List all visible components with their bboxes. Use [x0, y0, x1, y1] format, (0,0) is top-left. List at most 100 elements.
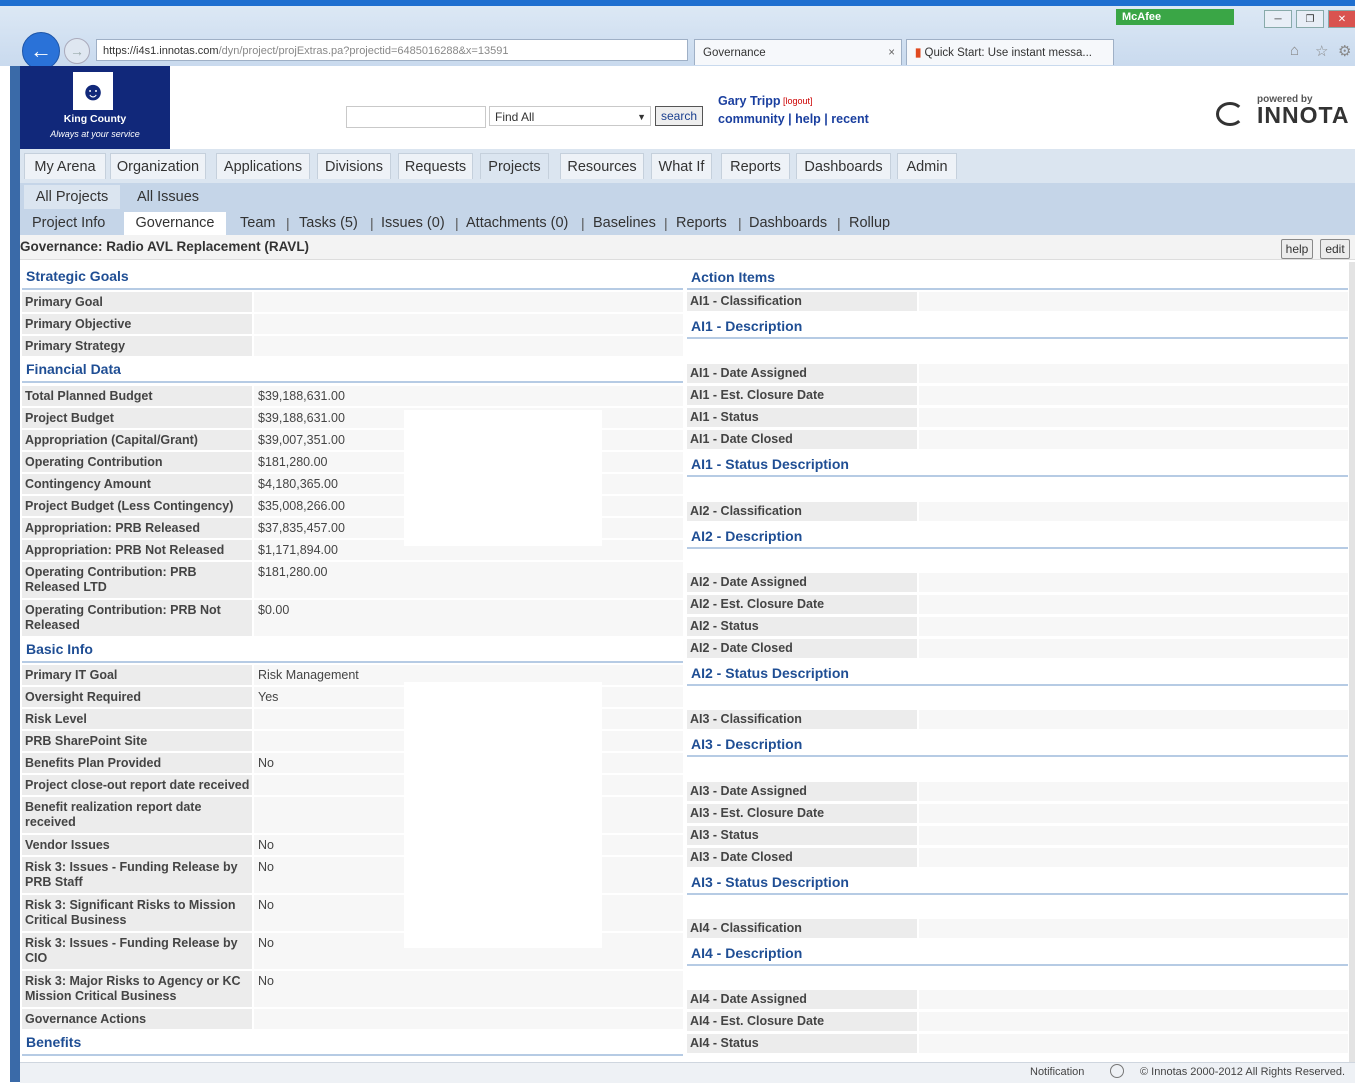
- king-county-logo[interactable]: ☻ King County Always at your service: [20, 66, 170, 149]
- search-scope-value: Find All: [495, 110, 535, 124]
- field-label: Appropriation: PRB Not Released: [22, 540, 252, 560]
- ptab-dashboards[interactable]: Dashboards: [749, 212, 827, 235]
- field-value: [919, 573, 1348, 592]
- ai2-classification-row: AI2 - Classification: [687, 502, 1348, 521]
- separator: |: [370, 215, 374, 231]
- search-button[interactable]: search: [655, 106, 703, 126]
- strategic-goals-header: Strategic Goals: [22, 266, 683, 290]
- favorites-star-icon[interactable]: ☆: [1315, 42, 1328, 60]
- vertical-scrollbar[interactable]: [1349, 262, 1355, 1062]
- home-icon[interactable]: ⌂: [1290, 42, 1299, 59]
- user-name[interactable]: Gary Tripp: [718, 94, 781, 108]
- tab-dashboards[interactable]: Dashboards: [796, 153, 891, 179]
- project-tabs: Project Info Governance Team | Tasks (5)…: [20, 209, 1355, 235]
- field-value: No: [254, 971, 683, 1007]
- field-label: AI2 - Est. Closure Date: [687, 595, 917, 614]
- field-value: $181,280.00: [254, 562, 683, 598]
- field-label: AI2 - Date Closed: [687, 639, 917, 658]
- ptab-project-info[interactable]: Project Info: [32, 212, 105, 235]
- field-label: Primary Strategy: [22, 336, 252, 356]
- url-path: /dyn/project/projExtras.pa?projectid=648…: [218, 45, 509, 57]
- tab-divisions[interactable]: Divisions: [317, 153, 391, 179]
- field-label: Risk Level: [22, 709, 252, 729]
- close-tab-icon[interactable]: ×: [888, 40, 895, 65]
- strategic-row-primary-goal: Primary Goal: [22, 292, 683, 312]
- field-value: [919, 919, 1348, 938]
- forward-button[interactable]: →: [64, 38, 90, 64]
- field-label: Total Planned Budget: [22, 386, 252, 406]
- mlk-portrait-icon: ☻: [73, 72, 113, 110]
- logo-tagline: Always at your service: [50, 129, 140, 139]
- ptab-rollup[interactable]: Rollup: [849, 212, 890, 235]
- field-value: [919, 1034, 1348, 1053]
- field-label: AI2 - Classification: [687, 502, 917, 521]
- tab-admin[interactable]: Admin: [897, 153, 957, 179]
- field-value: [919, 639, 1348, 658]
- financial-row: Total Planned Budget $39,188,631.00: [22, 386, 683, 406]
- tab-applications[interactable]: Applications: [216, 153, 310, 179]
- ai2-date-assigned-row: AI2 - Date Assigned: [687, 573, 1348, 592]
- field-label: AI4 - Date Assigned: [687, 990, 917, 1009]
- user-links[interactable]: community | help | recent: [718, 112, 869, 126]
- tab-projects[interactable]: Projects: [480, 153, 549, 179]
- tab-what-if[interactable]: What If: [651, 153, 712, 179]
- help-button[interactable]: help: [1281, 239, 1313, 259]
- ptab-attachments[interactable]: Attachments (0): [466, 212, 568, 235]
- financial-row: Operating Contribution: PRB Released LTD…: [22, 562, 683, 598]
- field-value: [919, 502, 1348, 521]
- tab-requests[interactable]: Requests: [398, 153, 473, 179]
- ai3-closure-row: AI3 - Est. Closure Date: [687, 804, 1348, 823]
- innotas-logo-icon: [1216, 102, 1244, 126]
- ptab-governance[interactable]: Governance: [124, 212, 226, 235]
- restore-button[interactable]: ❐: [1296, 10, 1324, 28]
- field-value: [919, 804, 1348, 823]
- field-label: Operating Contribution: PRB Not Released: [22, 600, 252, 636]
- search-input[interactable]: [346, 106, 486, 128]
- field-value: [919, 1012, 1348, 1031]
- financial-data-header: Financial Data: [22, 359, 683, 383]
- ai3-description-header: AI3 - Description: [687, 733, 1348, 757]
- ai1-classification-row: AI1 - Classification: [687, 292, 1348, 311]
- subtab-all-projects[interactable]: All Projects: [24, 185, 120, 209]
- ai3-classification-row: AI3 - Classification: [687, 710, 1348, 729]
- logout-link[interactable]: [logout]: [783, 96, 813, 106]
- address-bar[interactable]: https://i4s1.innotas.com/dyn/project/pro…: [96, 39, 688, 61]
- minimize-button[interactable]: ─: [1264, 10, 1292, 28]
- field-label: AI1 - Est. Closure Date: [687, 386, 917, 405]
- ptab-reports[interactable]: Reports: [676, 212, 727, 235]
- mcafee-badge[interactable]: McAfee: [1116, 9, 1234, 25]
- tab-resources[interactable]: Resources: [560, 153, 644, 179]
- field-label: Contingency Amount: [22, 474, 252, 494]
- strategic-row-primary-strategy: Primary Strategy: [22, 336, 683, 356]
- tab-label: Governance: [703, 47, 766, 59]
- field-label: AI1 - Date Closed: [687, 430, 917, 449]
- tab-my-arena[interactable]: My Arena: [24, 153, 106, 179]
- ptab-issues[interactable]: Issues (0): [381, 212, 445, 235]
- back-button[interactable]: ←: [22, 32, 60, 70]
- tab-organization[interactable]: Organization: [110, 153, 206, 179]
- browser-tab-governance[interactable]: Governance ×: [694, 39, 902, 65]
- field-label: Primary Objective: [22, 314, 252, 334]
- ptab-tasks[interactable]: Tasks (5): [299, 212, 358, 235]
- page-title: Governance: Radio AVL Replacement (RAVL): [20, 239, 310, 254]
- field-label: Project Budget: [22, 408, 252, 428]
- ptab-baselines[interactable]: Baselines: [593, 212, 656, 235]
- field-value: [919, 364, 1348, 383]
- field-label: Appropriation: PRB Released: [22, 518, 252, 538]
- search-scope-select[interactable]: Find All ▼: [489, 106, 651, 126]
- tab-reports[interactable]: Reports: [721, 153, 790, 179]
- notification-label[interactable]: Notification: [1030, 1066, 1084, 1078]
- financial-row: Operating Contribution: PRB Not Released…: [22, 600, 683, 636]
- close-window-button[interactable]: ✕: [1328, 10, 1355, 28]
- separator: |: [455, 215, 459, 231]
- edit-button[interactable]: edit: [1320, 239, 1350, 259]
- logo-name: King County: [63, 113, 127, 125]
- browser-tab-quickstart[interactable]: ▮ Quick Start: Use instant messa...: [906, 39, 1114, 65]
- settings-gear-icon[interactable]: ⚙: [1338, 42, 1351, 60]
- ai2-description-header: AI2 - Description: [687, 525, 1348, 549]
- ptab-team[interactable]: Team: [240, 212, 275, 235]
- subtab-all-issues[interactable]: All Issues: [128, 185, 208, 209]
- field-label: Vendor Issues: [22, 835, 252, 855]
- redacted-area: [404, 682, 602, 948]
- field-value: $39,188,631.00: [254, 386, 683, 406]
